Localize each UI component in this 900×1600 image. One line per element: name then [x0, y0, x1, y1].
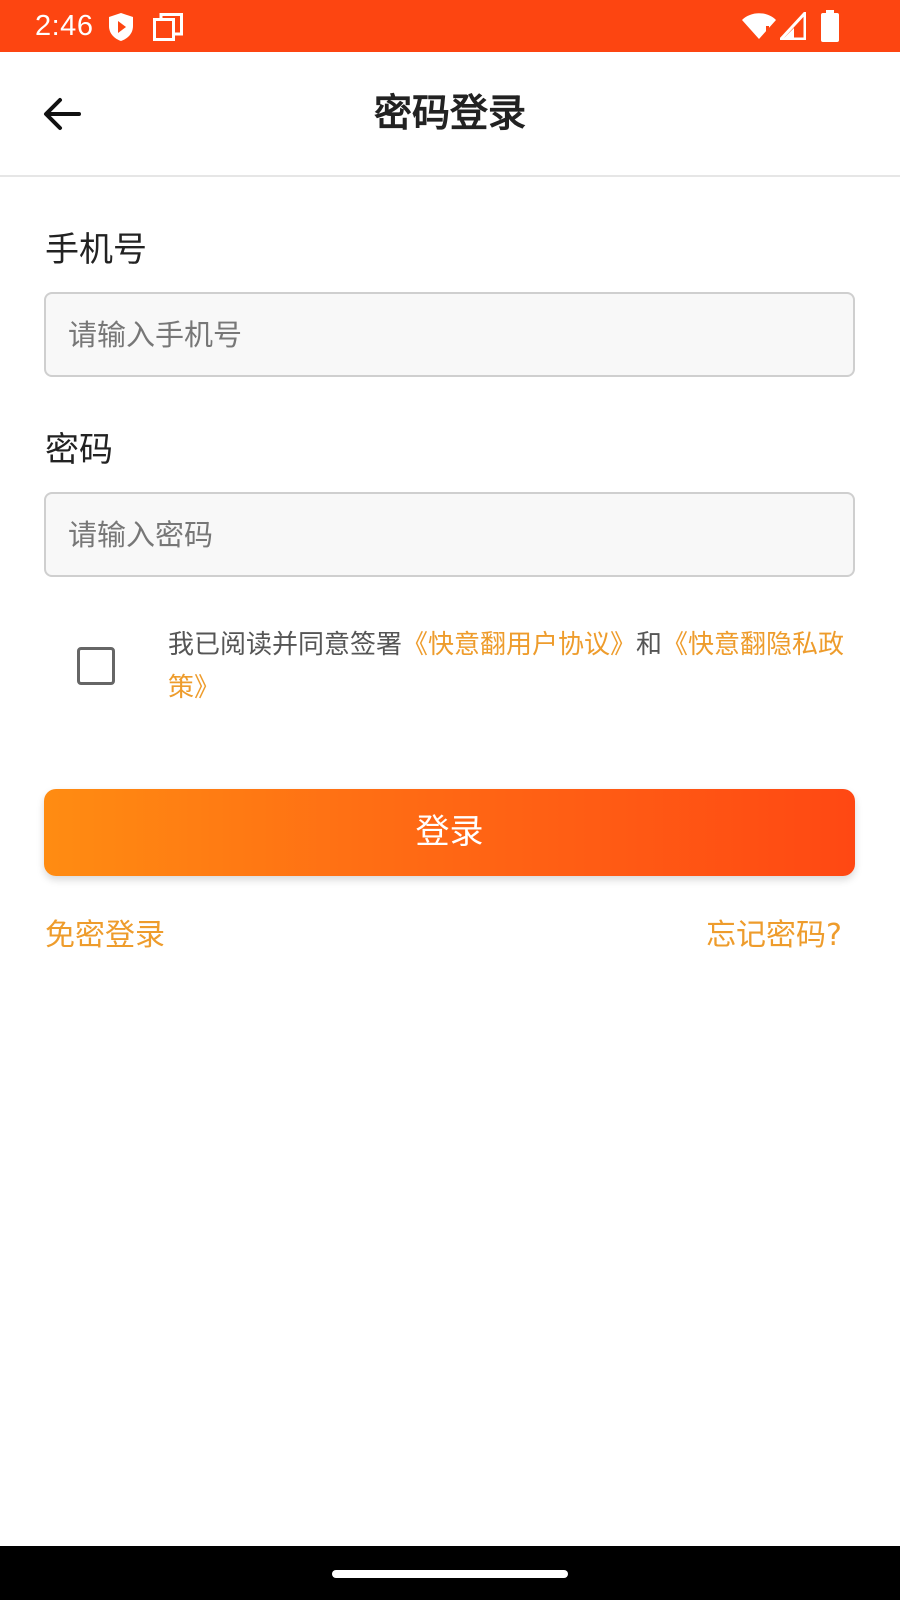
page-title: 密码登录 [373, 91, 526, 135]
forgot-password-link[interactable]: 忘记密码? [706, 915, 842, 957]
signal-icon [780, 12, 806, 40]
arrow-left-icon [44, 98, 81, 130]
phone-label: 手机号 [45, 230, 147, 270]
agreement-conjunction: 和 [636, 630, 663, 660]
password-label: 密码 [45, 430, 113, 470]
user-agreement-link[interactable]: 《快意翻用户协议》 [402, 630, 636, 660]
battery-icon [821, 10, 839, 42]
header: 密码登录 [0, 52, 900, 177]
login-button[interactable]: 登录 [44, 789, 855, 876]
agreement-checkbox[interactable] [77, 647, 115, 685]
status-bar: 2:46 [0, 0, 900, 52]
wifi-icon [742, 13, 776, 39]
agreement-prefix: 我已阅读并同意签署 [168, 630, 403, 660]
password-input[interactable] [44, 492, 855, 577]
status-time: 2:46 [35, 10, 94, 42]
back-button[interactable] [30, 82, 94, 146]
phone-input[interactable] [44, 292, 855, 377]
shield-icon [109, 13, 133, 41]
home-handle[interactable] [332, 1570, 568, 1578]
passwordless-login-link[interactable]: 免密登录 [45, 915, 165, 957]
copy-icon [153, 13, 183, 41]
agreement-text: 我已阅读并同意签署《快意翻用户协议》和《快意翻隐私政策》 [168, 624, 848, 710]
navigation-bar [0, 1546, 900, 1600]
